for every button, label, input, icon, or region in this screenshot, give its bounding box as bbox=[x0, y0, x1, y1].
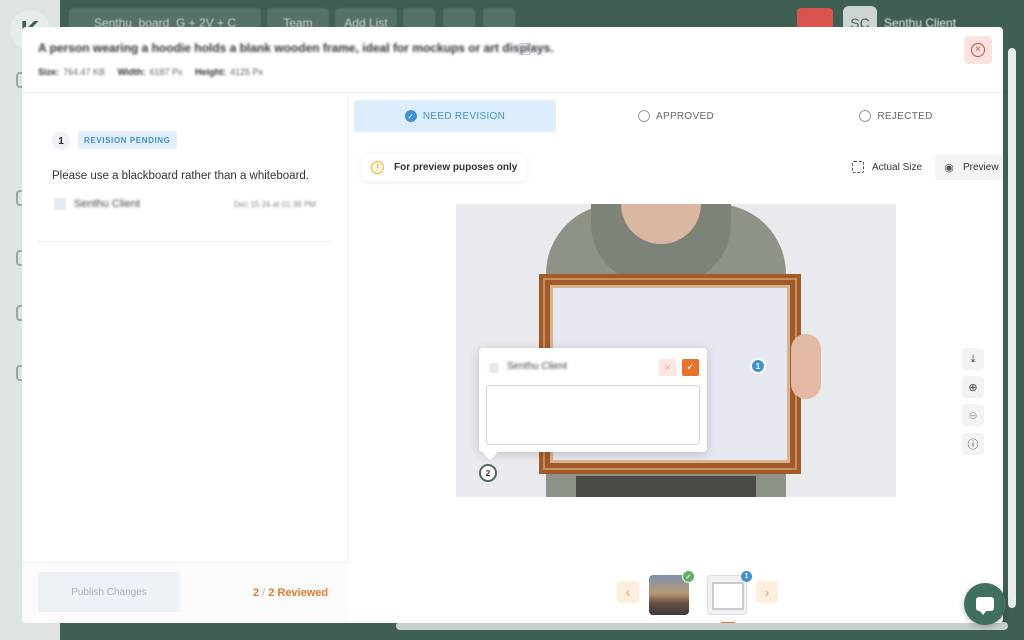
tab-need-revision[interactable]: ✓ NEED REVISION bbox=[354, 100, 556, 132]
approved-badge: ✓ bbox=[682, 570, 695, 583]
avatar bbox=[54, 198, 66, 210]
asset-title: A person wearing a hoodie holds a blank … bbox=[38, 41, 554, 55]
close-button[interactable]: × bbox=[964, 36, 992, 64]
annotation-marker-new[interactable]: 2 bbox=[479, 464, 497, 482]
revision-author: Senthu Client bbox=[74, 198, 141, 210]
chat-button[interactable] bbox=[964, 583, 1006, 625]
download-icon[interactable]: ⤓ bbox=[962, 348, 984, 370]
image-hand bbox=[791, 334, 821, 399]
radio-circle-icon bbox=[638, 110, 650, 122]
preview-panel: ✓ NEED REVISION APPROVED REJECTED ! For … bbox=[349, 94, 1003, 623]
page-scrollbar[interactable] bbox=[1008, 48, 1016, 608]
thumbnail-count-badge: 1 bbox=[740, 570, 753, 583]
next-thumbnail-button[interactable]: › bbox=[756, 581, 778, 603]
popover-author: Senthu Client bbox=[507, 361, 568, 372]
divider bbox=[38, 241, 332, 242]
horizontal-scrollbar[interactable] bbox=[396, 622, 1008, 630]
tab-rejected[interactable]: REJECTED bbox=[795, 100, 997, 132]
zoom-in-icon[interactable]: ⊕ bbox=[962, 376, 984, 398]
cancel-comment-button[interactable]: × bbox=[659, 359, 676, 376]
tab-approved[interactable]: APPROVED bbox=[575, 100, 777, 132]
image-pants bbox=[576, 476, 756, 497]
modal-header: A person wearing a hoodie holds a blank … bbox=[22, 27, 1003, 93]
submit-comment-button[interactable]: ✓ bbox=[682, 359, 699, 376]
prev-thumbnail-button[interactable]: ‹ bbox=[617, 581, 639, 603]
actual-size-button[interactable]: Actual Size bbox=[844, 154, 930, 180]
panel-footer: Publish Changes 2/2 Reviewed bbox=[22, 562, 348, 623]
revision-panel: 1 REVISION PENDING Please use a blackboa… bbox=[22, 94, 348, 623]
check-circle-icon: ✓ bbox=[404, 110, 417, 122]
info-warning-icon: ! bbox=[371, 160, 384, 174]
radio-circle-icon bbox=[859, 110, 872, 122]
close-circle-icon: × bbox=[971, 43, 985, 57]
reviewed-count: 2/2 Reviewed bbox=[253, 587, 329, 599]
publish-changes-button[interactable]: Publish Changes bbox=[38, 572, 180, 612]
thumbnail-frame bbox=[712, 582, 744, 610]
copy-icon[interactable] bbox=[519, 43, 531, 55]
comment-popover: Senthu Client × ✓ bbox=[479, 348, 707, 452]
avatar bbox=[489, 363, 499, 373]
revision-comment: Please use a blackboard rather than a wh… bbox=[52, 170, 309, 182]
info-icon[interactable]: ⓘ bbox=[962, 433, 984, 455]
preview-button[interactable]: ◉ Preview bbox=[935, 154, 1003, 180]
annotation-marker[interactable]: 1 bbox=[750, 358, 766, 374]
preview-notice: ! For preview puposes only bbox=[361, 153, 528, 181]
active-thumbnail-indicator bbox=[721, 622, 735, 623]
review-modal: A person wearing a hoodie holds a blank … bbox=[22, 27, 1003, 623]
chat-icon bbox=[976, 597, 994, 615]
revision-timestamp: Dec 15 24 at 01:38 PM bbox=[234, 200, 316, 209]
comment-input[interactable] bbox=[486, 385, 700, 445]
revision-number: 1 bbox=[52, 132, 70, 150]
eye-icon: ◉ bbox=[944, 161, 954, 174]
asset-meta: Size: 764.47 KB Width: 6187 Px Height: 4125… bbox=[38, 67, 264, 77]
zoom-out-icon[interactable]: ⊖ bbox=[962, 404, 984, 426]
fullscreen-icon bbox=[852, 161, 864, 173]
status-badge: REVISION PENDING bbox=[78, 131, 177, 149]
